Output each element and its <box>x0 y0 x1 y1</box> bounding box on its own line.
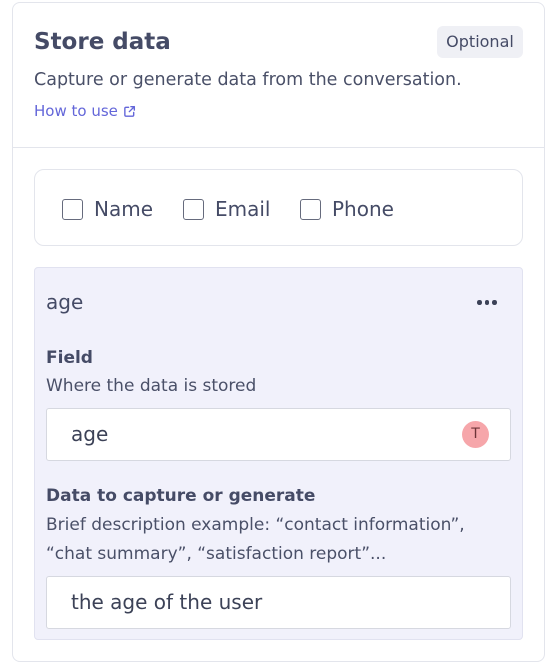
field-label: Field <box>46 348 93 368</box>
how-to-use-link[interactable]: How to use <box>34 102 136 120</box>
field-input-value: age <box>71 422 109 446</box>
checkbox-box[interactable] <box>300 198 321 220</box>
capture-help-line-1: Brief description example: “contact info… <box>46 515 465 535</box>
panel-header: Store data Optional Capture or generate … <box>13 3 544 148</box>
capture-input-value: the age of the user <box>71 590 263 614</box>
email-checkbox-label: Email <box>215 197 271 221</box>
phone-checkbox[interactable]: Phone <box>300 197 394 221</box>
checkbox-box[interactable] <box>62 198 83 220</box>
capture-help-line-2: “chat summary”, “satisfaction report”... <box>46 544 387 564</box>
data-field-card: age Field Where the data is stored age T… <box>34 267 523 640</box>
external-link-icon <box>124 105 135 117</box>
more-horizontal-icon[interactable] <box>477 300 497 305</box>
field-help-text: Where the data is stored <box>46 376 257 396</box>
capture-input[interactable]: the age of the user <box>46 576 511 629</box>
capture-label: Data to capture or generate <box>46 486 316 506</box>
card-title: age <box>46 290 84 314</box>
panel-title: Store data <box>34 29 171 55</box>
contact-fields-group: Name Email Phone <box>34 169 523 246</box>
checkbox-box[interactable] <box>183 198 204 220</box>
panel-subtitle: Capture or generate data from the conver… <box>34 70 462 90</box>
name-checkbox[interactable]: Name <box>62 197 153 221</box>
email-checkbox[interactable]: Email <box>183 197 271 221</box>
phone-checkbox-label: Phone <box>332 197 394 221</box>
how-to-use-label: How to use <box>34 102 118 120</box>
avatar: T <box>462 421 489 448</box>
store-data-panel: Store data Optional Capture or generate … <box>12 2 545 662</box>
name-checkbox-label: Name <box>94 197 154 221</box>
optional-badge: Optional <box>437 26 523 58</box>
field-input[interactable]: age T <box>46 408 511 461</box>
